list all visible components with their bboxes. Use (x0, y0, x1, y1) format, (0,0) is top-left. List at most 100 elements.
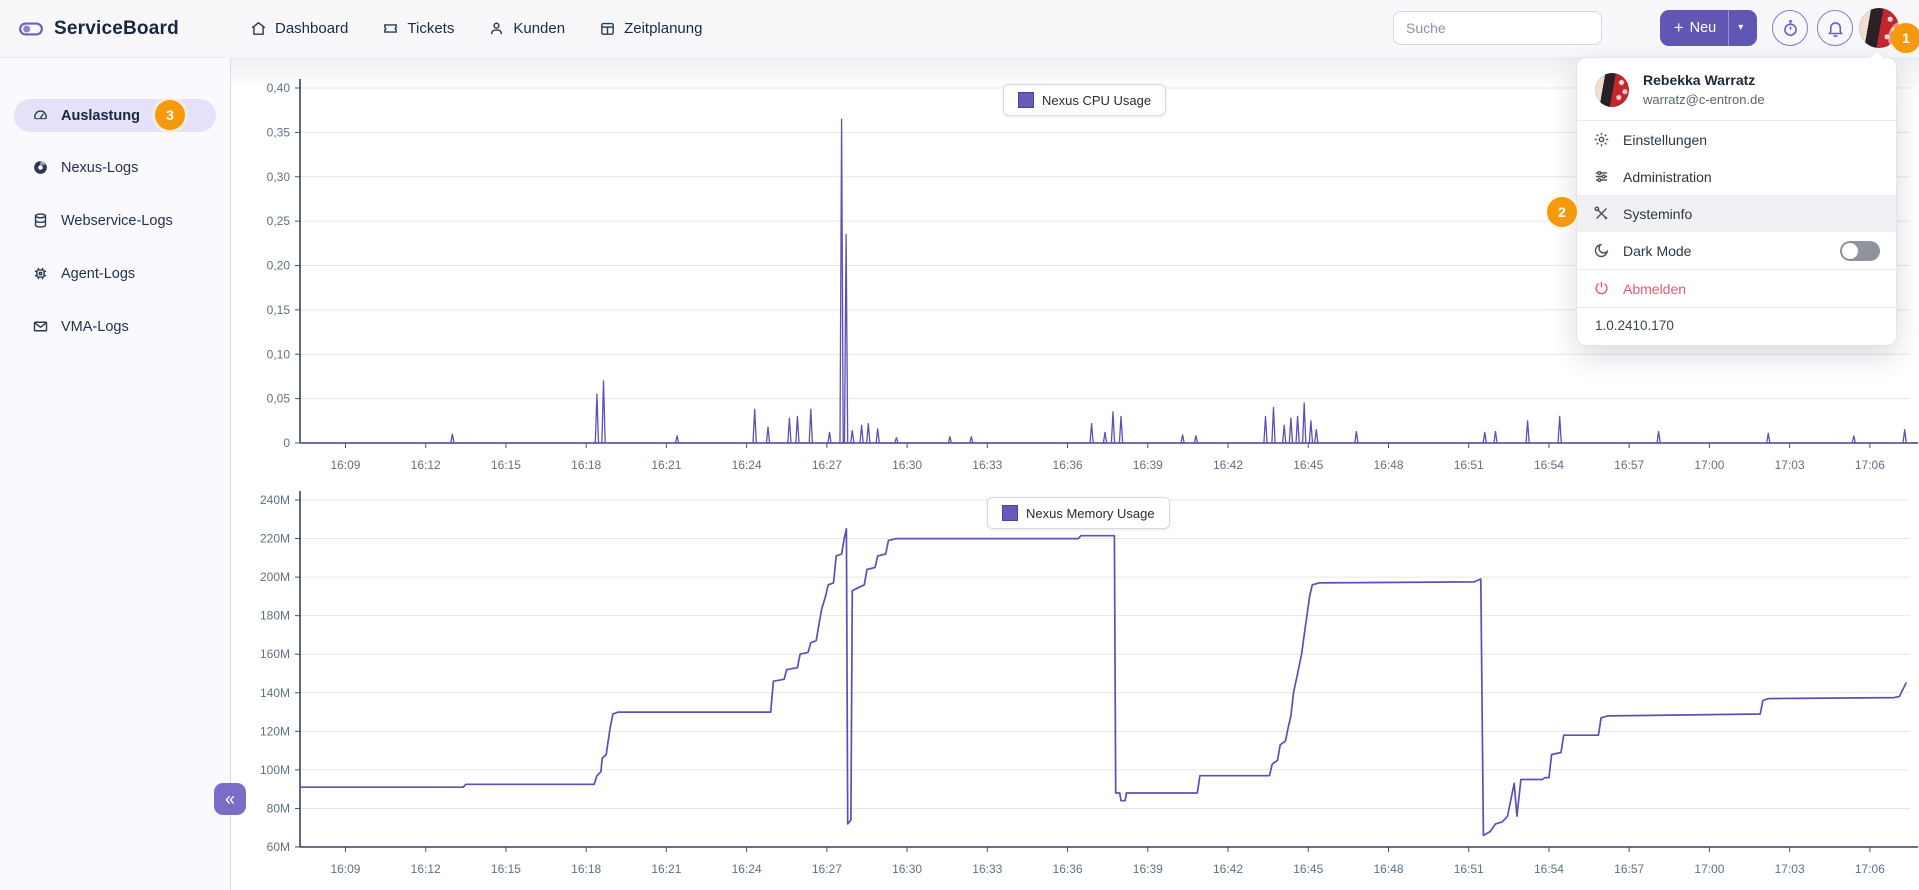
svg-text:120M: 120M (260, 724, 290, 738)
svg-text:16:54: 16:54 (1534, 458, 1564, 472)
user-menu: Rebekka Warratz warratz@c-entron.de Eins… (1576, 57, 1897, 346)
memory-chart-legend[interactable]: Nexus Memory Usage (987, 497, 1170, 529)
legend-label: Nexus Memory Usage (1026, 506, 1155, 521)
svg-text:16:39: 16:39 (1133, 458, 1163, 472)
nav-label: Dashboard (275, 20, 348, 37)
svg-text:16:24: 16:24 (732, 458, 762, 472)
svg-text:16:42: 16:42 (1213, 862, 1243, 876)
svg-text:240M: 240M (260, 493, 290, 507)
svg-text:16:57: 16:57 (1614, 458, 1644, 472)
svg-text:16:30: 16:30 (892, 458, 922, 472)
nav-zeitplanung[interactable]: Zeitplanung (599, 20, 702, 37)
svg-text:16:12: 16:12 (411, 862, 441, 876)
gear-icon (1593, 131, 1610, 148)
svg-text:0,05: 0,05 (267, 392, 291, 406)
menu-item-einstellungen[interactable]: Einstellungen (1577, 121, 1896, 158)
person-icon (488, 20, 505, 37)
database-icon (32, 212, 49, 229)
svg-text:0,15: 0,15 (267, 303, 291, 317)
svg-text:0,40: 0,40 (267, 81, 291, 95)
top-bar: ServiceBoard Dashboard Tickets Kunden Ze… (0, 0, 1919, 58)
svg-text:16:15: 16:15 (491, 458, 521, 472)
svg-text:16:18: 16:18 (571, 862, 601, 876)
menu-item-abmelden[interactable]: Abmelden (1577, 270, 1896, 307)
sidebar-item-auslastung[interactable]: Auslastung (14, 99, 216, 132)
svg-text:17:00: 17:00 (1694, 862, 1724, 876)
svg-text:0,25: 0,25 (267, 214, 291, 228)
menu-item-label: Dark Mode (1623, 243, 1691, 259)
menu-item-dark-mode[interactable]: Dark Mode (1577, 232, 1896, 269)
svg-text:17:03: 17:03 (1775, 862, 1805, 876)
user-menu-header: Rebekka Warratz warratz@c-entron.de (1577, 58, 1896, 120)
home-icon (250, 20, 267, 37)
svg-text:16:30: 16:30 (892, 862, 922, 876)
nav-dashboard[interactable]: Dashboard (250, 20, 348, 37)
svg-text:16:54: 16:54 (1534, 862, 1564, 876)
sidebar-item-webservice-logs[interactable]: Webservice-Logs (14, 204, 216, 237)
serviceboard-logo-icon (18, 16, 44, 42)
app-logo: ServiceBoard (18, 0, 179, 57)
sliders-icon (1593, 168, 1610, 185)
svg-text:16:45: 16:45 (1293, 458, 1323, 472)
svg-text:17:06: 17:06 (1855, 862, 1885, 876)
notifications-button[interactable] (1817, 10, 1853, 46)
svg-text:16:09: 16:09 (330, 458, 360, 472)
sidebar-item-label: Nexus-Logs (61, 160, 138, 176)
plus-icon: + (1674, 18, 1684, 38)
sidebar-item-nexus-logs[interactable]: Nexus-Logs (14, 151, 216, 184)
user-name: Rebekka Warratz (1643, 72, 1765, 88)
svg-text:16:51: 16:51 (1454, 862, 1484, 876)
svg-text:16:09: 16:09 (330, 862, 360, 876)
sidebar-item-label: VMA-Logs (61, 319, 129, 335)
sidebar-collapse-button[interactable]: « (214, 783, 246, 815)
app-version: 1.0.2410.170 (1577, 308, 1896, 345)
ticket-icon (382, 20, 399, 37)
nav-tickets[interactable]: Tickets (382, 20, 454, 37)
sidebar-item-label: Webservice-Logs (61, 213, 173, 229)
envelope-icon (32, 318, 49, 335)
svg-text:16:57: 16:57 (1614, 862, 1644, 876)
legend-label: Nexus CPU Usage (1042, 93, 1151, 108)
svg-text:60M: 60M (267, 840, 290, 854)
svg-text:16:51: 16:51 (1454, 458, 1484, 472)
cpu-chart-legend[interactable]: Nexus CPU Usage (1003, 84, 1166, 116)
sidebar-item-vma-logs[interactable]: VMA-Logs (14, 310, 216, 343)
legend-swatch-icon (1002, 505, 1018, 521)
sidebar-item-label: Auslastung (61, 108, 140, 124)
svg-text:16:24: 16:24 (732, 862, 762, 876)
search-input[interactable] (1393, 11, 1602, 45)
svg-text:16:27: 16:27 (812, 862, 842, 876)
new-button-label: Neu (1690, 20, 1717, 36)
svg-text:100M: 100M (260, 763, 290, 777)
svg-text:16:36: 16:36 (1053, 862, 1083, 876)
svg-text:0: 0 (283, 436, 290, 450)
svg-text:16:21: 16:21 (651, 862, 681, 876)
menu-item-label: Einstellungen (1623, 132, 1707, 148)
svg-text:17:00: 17:00 (1694, 458, 1724, 472)
app-title: ServiceBoard (54, 18, 179, 40)
svg-text:16:18: 16:18 (571, 458, 601, 472)
step-badge-3: 3 (155, 100, 185, 130)
step-badge-2: 2 (1547, 197, 1577, 227)
step-badge-1: 1 (1891, 23, 1919, 53)
dark-mode-toggle[interactable] (1840, 241, 1880, 261)
toggle-knob (1842, 243, 1858, 259)
svg-text:220M: 220M (260, 532, 290, 546)
moon-icon (1593, 242, 1610, 259)
new-button[interactable]: + Neu ▾ (1660, 10, 1757, 46)
legend-swatch-icon (1018, 92, 1034, 108)
nav-label: Zeitplanung (624, 20, 702, 37)
power-icon (1593, 280, 1610, 297)
menu-item-administration[interactable]: Administration (1577, 158, 1896, 195)
svg-text:16:33: 16:33 (972, 862, 1002, 876)
nav-kunden[interactable]: Kunden (488, 20, 565, 37)
svg-text:0,35: 0,35 (267, 125, 291, 139)
bell-icon (1826, 19, 1845, 38)
globe-icon (32, 159, 49, 176)
timer-button[interactable] (1772, 10, 1808, 46)
user-email: warratz@c-entron.de (1643, 92, 1765, 107)
sidebar-item-agent-logs[interactable]: Agent-Logs (14, 257, 216, 290)
menu-item-systeminfo[interactable]: Systeminfo (1577, 195, 1896, 232)
svg-text:17:03: 17:03 (1775, 458, 1805, 472)
sidebar-item-label: Agent-Logs (61, 266, 135, 282)
